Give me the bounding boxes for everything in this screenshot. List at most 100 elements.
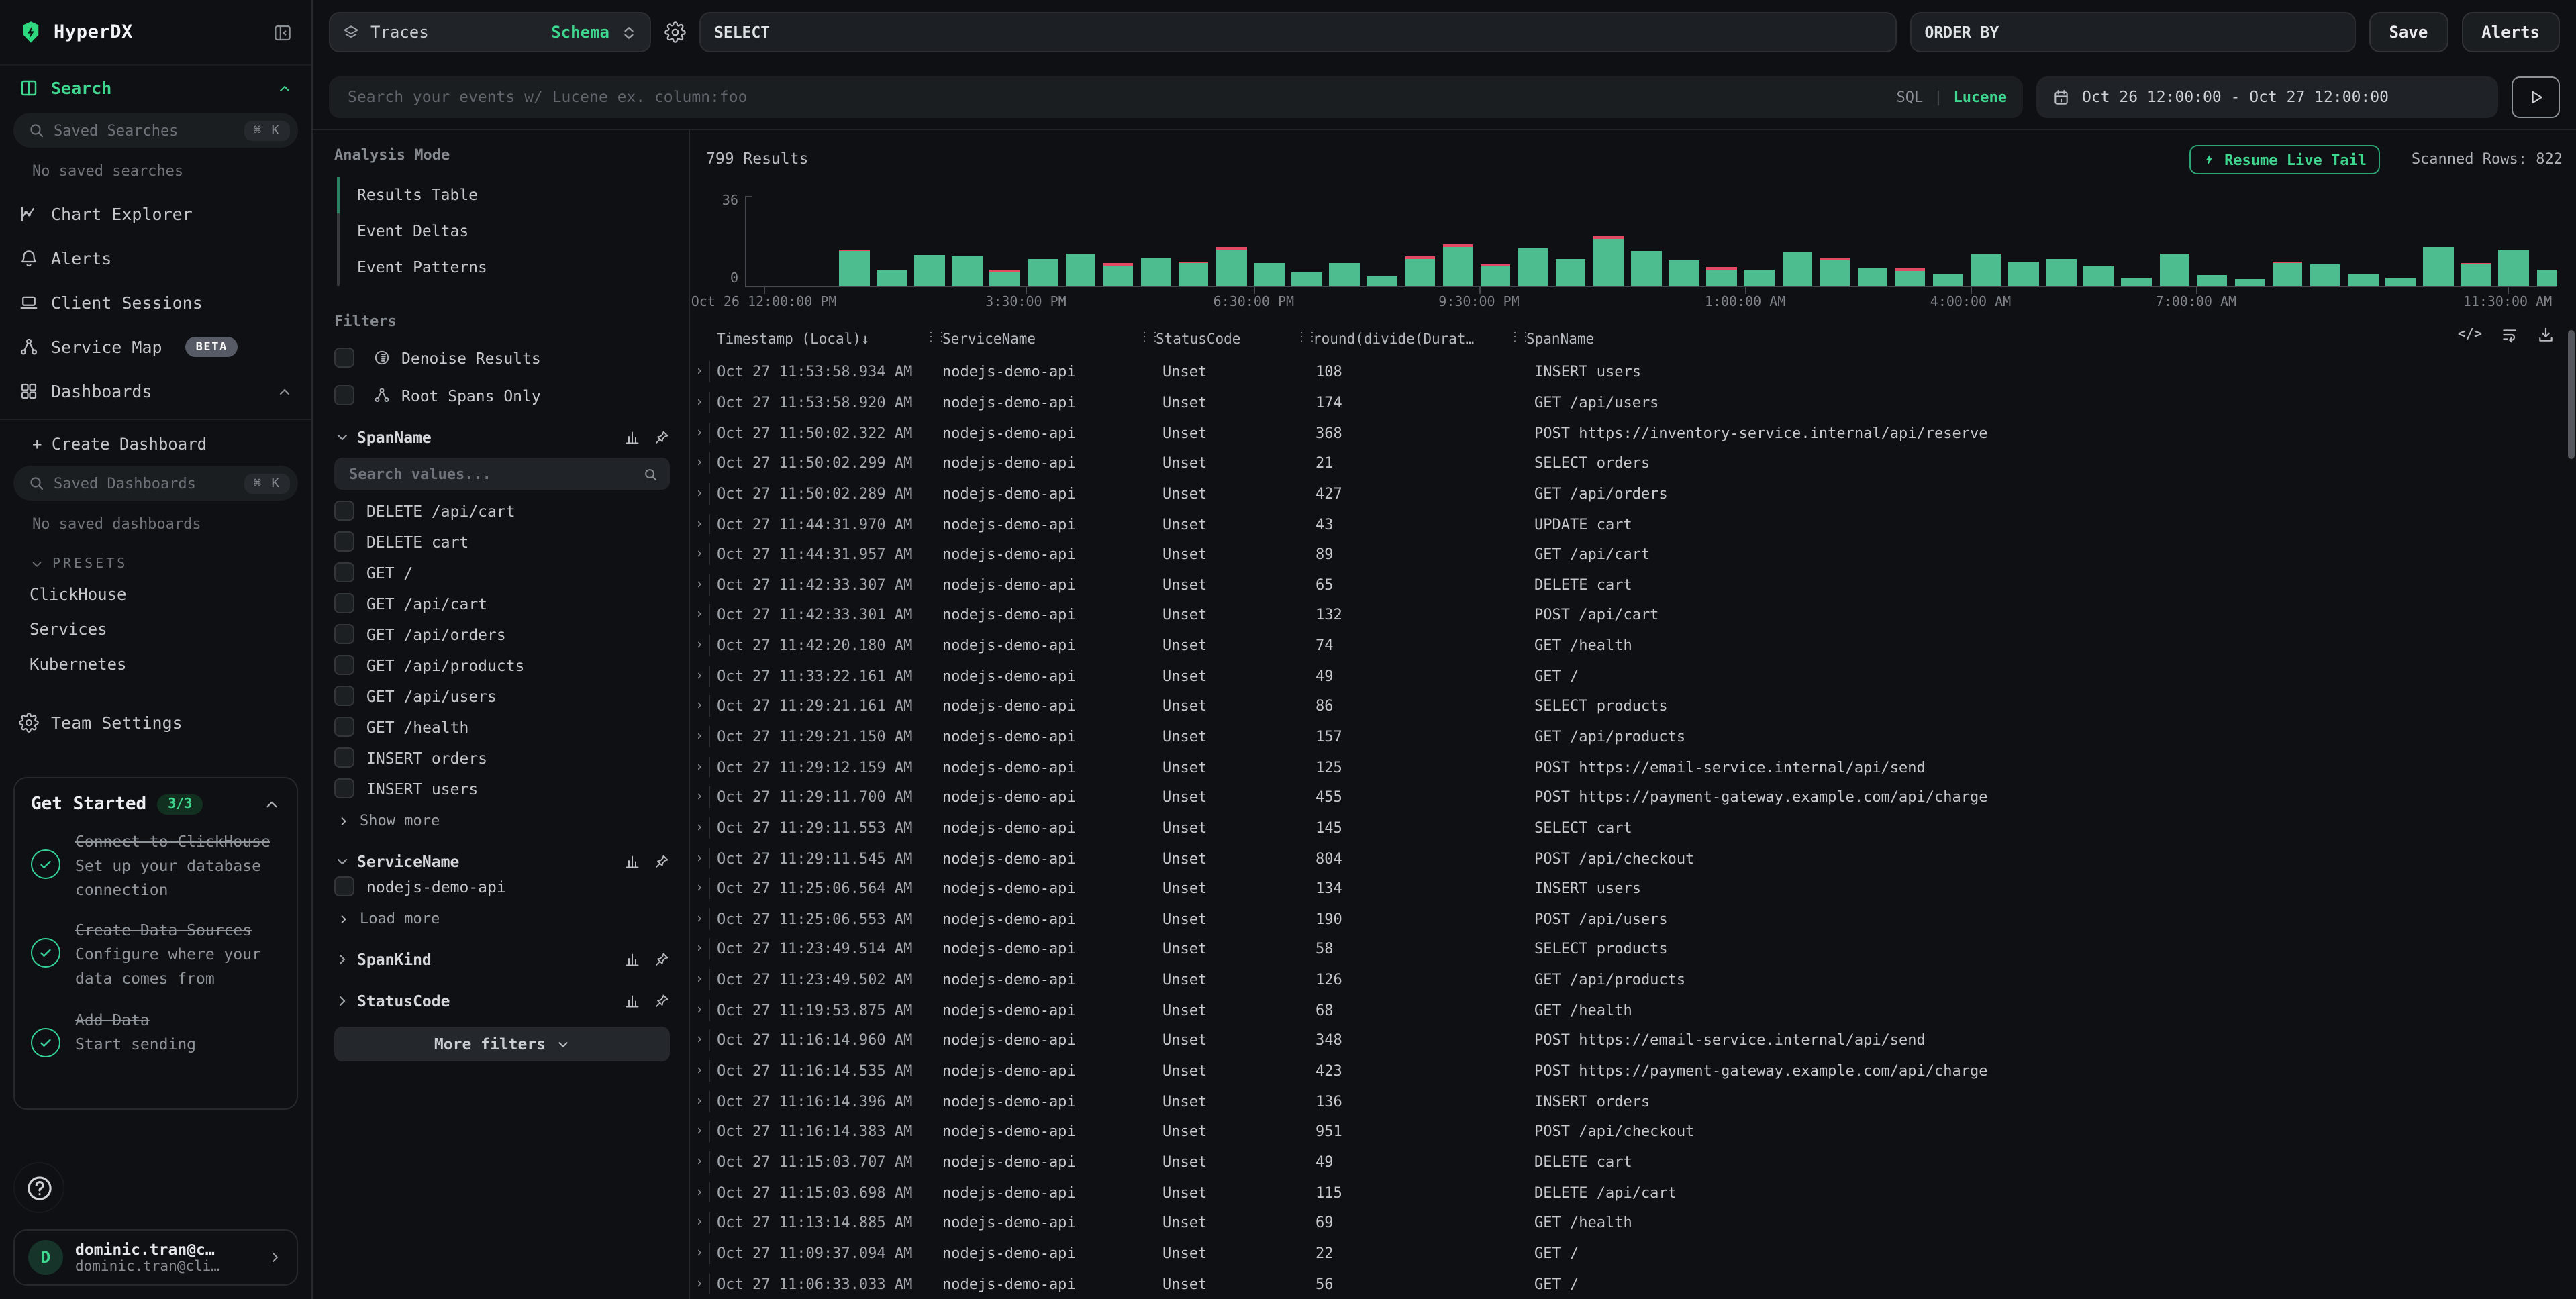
filter-option[interactable]: GET /api/orders: [334, 619, 670, 650]
expand-row-icon[interactable]: ›: [695, 456, 703, 470]
expand-row-icon[interactable]: ›: [695, 517, 703, 531]
histogram-bar[interactable]: [1518, 248, 1548, 286]
saved-dashboards-input[interactable]: Saved Dashboards ⌘ K: [13, 466, 298, 501]
table-row[interactable]: ›Oct 27 11:50:02.299 AMnodejs-demo-apiUn…: [690, 448, 2576, 478]
resume-live-tail-button[interactable]: Resume Live Tail: [2189, 145, 2380, 174]
histogram-bar[interactable]: [1971, 253, 2001, 286]
filter-option[interactable]: DELETE /api/cart: [334, 495, 670, 526]
sql-mode-toggle[interactable]: SQL: [1897, 88, 1924, 105]
table-row[interactable]: ›Oct 27 11:15:03.707 AMnodejs-demo-apiUn…: [690, 1147, 2576, 1177]
filter-option[interactable]: GET /health: [334, 711, 670, 742]
checkbox[interactable]: [334, 686, 354, 706]
sidebar-item-team-settings[interactable]: Team Settings: [0, 700, 311, 745]
table-row[interactable]: ›Oct 27 11:29:11.553 AMnodejs-demo-apiUn…: [690, 813, 2576, 843]
table-row[interactable]: ›Oct 27 11:53:58.934 AMnodejs-demo-apiUn…: [690, 357, 2576, 387]
checkbox[interactable]: [334, 747, 354, 768]
histogram-bar[interactable]: [914, 254, 944, 286]
pin-icon[interactable]: [654, 853, 670, 870]
histogram-bar[interactable]: [1593, 239, 1624, 286]
chevron-right-icon[interactable]: [334, 993, 350, 1009]
analysis-mode-event-patterns[interactable]: Event Patterns: [337, 250, 670, 286]
table-row[interactable]: ›Oct 27 11:16:14.383 AMnodejs-demo-apiUn…: [690, 1116, 2576, 1147]
get-started-item[interactable]: Create Data SourcesConfigure where your …: [31, 920, 281, 992]
histogram-bar-error[interactable]: [1405, 256, 1435, 258]
saved-searches-input[interactable]: Saved Searches ⌘ K: [13, 113, 298, 148]
load-more-link[interactable]: Load more: [334, 902, 670, 927]
filter-option[interactable]: GET /: [334, 557, 670, 588]
expand-row-icon[interactable]: ›: [695, 851, 703, 866]
filter-group-servicename[interactable]: ServiceName: [334, 852, 670, 871]
expand-row-icon[interactable]: ›: [695, 1125, 703, 1139]
histogram-bar-error[interactable]: [990, 270, 1020, 272]
chevron-up-icon[interactable]: [277, 383, 293, 399]
table-row[interactable]: ›Oct 27 11:44:31.970 AMnodejs-demo-apiUn…: [690, 509, 2576, 539]
expand-row-icon[interactable]: ›: [695, 729, 703, 744]
checkbox[interactable]: [334, 562, 354, 582]
expand-row-icon[interactable]: ›: [695, 365, 703, 380]
histogram-bar[interactable]: [1744, 270, 1775, 286]
filter-group-spankind[interactable]: SpanKind: [334, 950, 670, 969]
table-row[interactable]: ›Oct 27 11:29:11.700 AMnodejs-demo-apiUn…: [690, 782, 2576, 813]
bar-chart-icon[interactable]: [624, 429, 640, 446]
table-row[interactable]: ›Oct 27 11:29:11.545 AMnodejs-demo-apiUn…: [690, 843, 2576, 874]
filter-group-spanname[interactable]: SpanName: [334, 428, 670, 447]
table-row[interactable]: ›Oct 27 11:09:37.094 AMnodejs-demo-apiUn…: [690, 1238, 2576, 1268]
checkbox[interactable]: [334, 385, 354, 405]
pin-icon[interactable]: [654, 429, 670, 446]
pin-icon[interactable]: [654, 951, 670, 968]
expand-row-icon[interactable]: ›: [695, 395, 703, 410]
histogram-bar[interactable]: [2046, 258, 2076, 286]
chevron-up-icon[interactable]: [263, 796, 281, 813]
chevron-up-icon[interactable]: [277, 80, 293, 96]
sidebar-item-search[interactable]: Search: [0, 66, 311, 110]
more-filters-button[interactable]: More filters: [334, 1027, 670, 1061]
checkbox[interactable]: [334, 876, 354, 896]
table-row[interactable]: ›Oct 27 11:23:49.502 AMnodejs-demo-apiUn…: [690, 965, 2576, 995]
histogram-bar[interactable]: [2197, 275, 2227, 286]
expand-row-icon[interactable]: ›: [695, 1185, 703, 1200]
histogram-bar[interactable]: [2084, 266, 2114, 286]
table-row[interactable]: ›Oct 27 11:29:21.150 AMnodejs-demo-apiUn…: [690, 721, 2576, 751]
select-clause-input[interactable]: SELECT: [699, 12, 1896, 52]
histogram-bar[interactable]: [1442, 247, 1473, 286]
expand-row-icon[interactable]: ›: [695, 1276, 703, 1291]
table-row[interactable]: ›Oct 27 11:23:49.514 AMnodejs-demo-apiUn…: [690, 934, 2576, 964]
table-row[interactable]: ›Oct 27 11:33:22.161 AMnodejs-demo-apiUn…: [690, 661, 2576, 691]
checkbox[interactable]: [334, 531, 354, 552]
table-row[interactable]: ›Oct 27 11:42:33.307 AMnodejs-demo-apiUn…: [690, 570, 2576, 600]
preset-item-kubernetes[interactable]: Kubernetes: [0, 647, 311, 682]
table-row[interactable]: ›Oct 27 11:16:14.960 AMnodejs-demo-apiUn…: [690, 1025, 2576, 1055]
expand-row-icon[interactable]: ›: [695, 1033, 703, 1048]
user-menu[interactable]: D dominic.tran@c… dominic.tran@cli…: [13, 1229, 298, 1286]
histogram-bar[interactable]: [2234, 278, 2265, 286]
column-header-statuscode[interactable]: StatusCode: [1156, 331, 1240, 348]
histogram-bar[interactable]: [1179, 263, 1209, 286]
histogram-bar[interactable]: [1782, 252, 1812, 286]
lucene-mode-toggle[interactable]: Lucene: [1954, 88, 2008, 105]
column-header-round-divide-durat-[interactable]: round(divide(Durat…: [1313, 331, 1474, 348]
expand-row-icon[interactable]: ›: [695, 486, 703, 501]
filter-toggle-denoise-results[interactable]: Denoise Results: [334, 348, 670, 368]
sidebar-item-client-sessions[interactable]: Client Sessions: [0, 280, 311, 325]
checkbox[interactable]: [334, 501, 354, 521]
get-started-item[interactable]: Add DataStart sending: [31, 1009, 281, 1057]
preset-item-services[interactable]: Services: [0, 612, 311, 647]
checkbox[interactable]: [334, 348, 354, 368]
expand-row-icon[interactable]: ›: [695, 668, 703, 683]
filter-option[interactable]: GET /api/cart: [334, 588, 670, 619]
filter-search-input[interactable]: [346, 464, 635, 484]
histogram-bar-error[interactable]: [1179, 261, 1209, 263]
filter-group-statuscode[interactable]: StatusCode: [334, 992, 670, 1010]
histogram-bar[interactable]: [1556, 258, 1586, 286]
get-started-header[interactable]: Get Started 3/3: [31, 794, 281, 815]
histogram-bar[interactable]: [1330, 262, 1360, 286]
histogram-bar-error[interactable]: [1820, 258, 1850, 260]
get-started-item[interactable]: Connect to ClickHouseSet up your databas…: [31, 831, 281, 902]
chevron-down-icon[interactable]: [334, 853, 350, 870]
histogram-bar-error[interactable]: [1442, 244, 1473, 246]
table-row[interactable]: ›Oct 27 11:25:06.564 AMnodejs-demo-apiUn…: [690, 874, 2576, 904]
checkbox[interactable]: [334, 624, 354, 644]
table-row[interactable]: ›Oct 27 11:44:31.957 AMnodejs-demo-apiUn…: [690, 539, 2576, 570]
table-row[interactable]: ›Oct 27 11:29:12.159 AMnodejs-demo-apiUn…: [690, 752, 2576, 782]
histogram-bar-error[interactable]: [2461, 262, 2491, 264]
